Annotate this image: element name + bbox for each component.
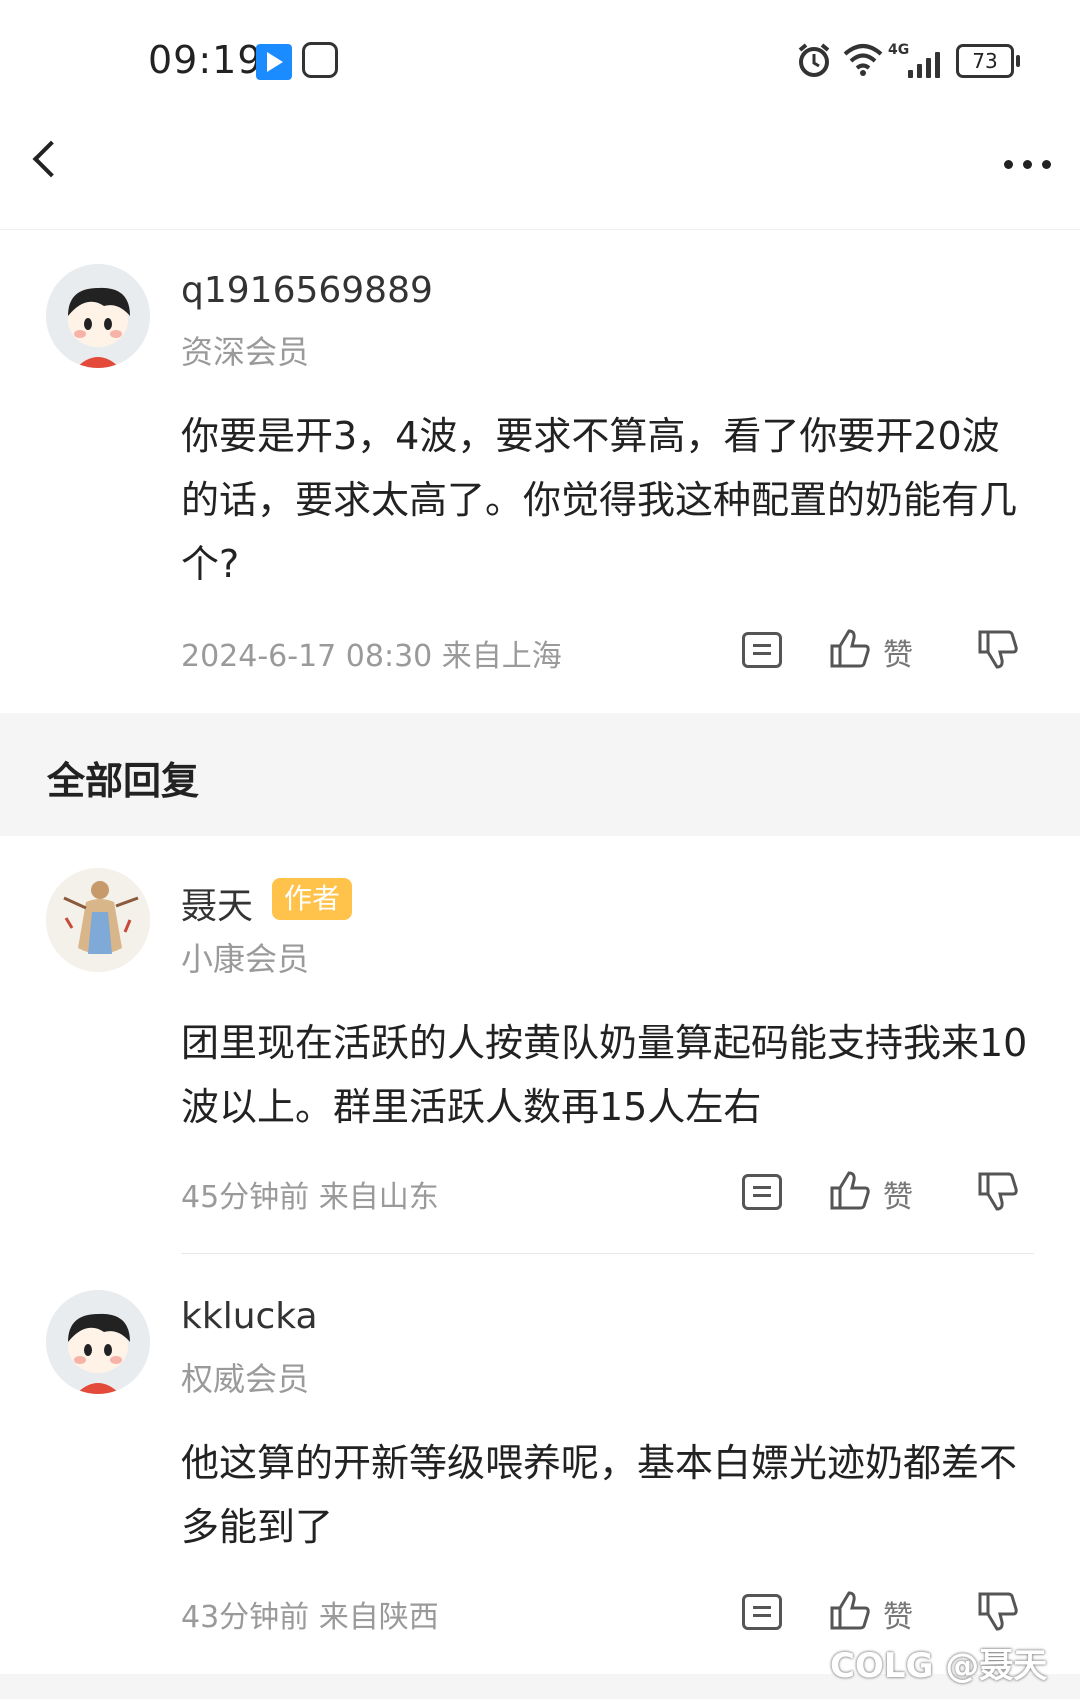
- reply-icon[interactable]: [742, 1594, 782, 1630]
- hand-notification-icon: [302, 42, 338, 78]
- thumbs-down-icon[interactable]: [976, 628, 1020, 672]
- signal-icon: [908, 48, 948, 78]
- reply-content: 团里现在活跃的人按黄队奶量算起码能支持我来10波以上。群里活跃人数再15人左右: [181, 1021, 1028, 1129]
- author-badge: 作者: [272, 878, 353, 920]
- member-level: 资深会员: [181, 333, 310, 371]
- alarm-icon: [798, 43, 830, 77]
- username[interactable]: 聂天: [181, 877, 253, 929]
- like-label[interactable]: 赞: [883, 1592, 913, 1636]
- avatar[interactable]: [46, 1290, 150, 1394]
- username[interactable]: q1916569889: [181, 270, 433, 311]
- wifi-icon: [843, 44, 883, 76]
- app-notification-icon: [256, 44, 292, 80]
- thumbs-down-icon[interactable]: [976, 1590, 1020, 1634]
- reply-content: 他这算的开新等级喂养呢，基本白嫖光迹奶都差不多能到了: [181, 1441, 1018, 1549]
- comment-meta: 2024-6-17 08:30 来自上海: [181, 639, 562, 674]
- like-label[interactable]: 赞: [883, 1172, 913, 1216]
- nav-bar: [0, 125, 1080, 230]
- thumbs-up-icon[interactable]: [828, 626, 872, 670]
- like-label[interactable]: 赞: [883, 630, 913, 674]
- comment-content: 你要是开3，4波，要求不算高，看了你要开20波的话，要求太高了。你觉得我这种配置…: [181, 414, 1018, 586]
- divider: [181, 1253, 1034, 1254]
- reply-meta: 45分钟前 来自山东: [181, 1180, 439, 1215]
- avatar[interactable]: [46, 264, 150, 368]
- reply-meta: 43分钟前 来自陕西: [181, 1600, 439, 1635]
- thumbs-down-icon[interactable]: [976, 1170, 1020, 1214]
- watermark: COLG @聂天: [830, 1646, 1048, 1686]
- member-level: 小康会员: [181, 940, 310, 978]
- cartoon-avatar-icon: [46, 264, 150, 368]
- member-level: 权威会员: [181, 1360, 310, 1398]
- thumbs-up-icon[interactable]: [828, 1168, 872, 1212]
- status-bar: 09:19 4G 73: [0, 0, 1080, 125]
- thumbs-up-icon[interactable]: [828, 1588, 872, 1632]
- cartoon-avatar-icon: [46, 1290, 150, 1394]
- status-time: 09:19: [148, 38, 263, 82]
- avatar[interactable]: [46, 868, 150, 972]
- username[interactable]: kklucka: [181, 1296, 318, 1337]
- reply-icon[interactable]: [742, 632, 782, 668]
- battery-icon: 73: [956, 44, 1020, 78]
- reply-icon[interactable]: [742, 1174, 782, 1210]
- section-title: 全部回复: [47, 759, 200, 803]
- network-type: 4G: [888, 42, 910, 58]
- illustrated-avatar-icon: [46, 868, 150, 972]
